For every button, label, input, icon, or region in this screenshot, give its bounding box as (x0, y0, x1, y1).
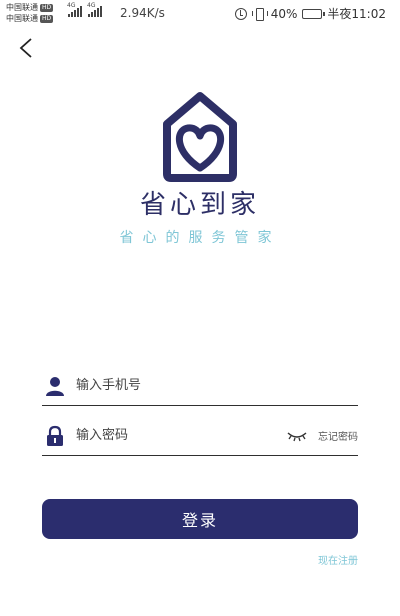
signal-indicators: 4G 4G (67, 2, 102, 17)
forgot-password-link[interactable]: 忘记密码 (318, 428, 358, 443)
chevron-left-icon (19, 38, 32, 58)
status-bar: 中国联通 HD 中国联通 HD 4G 4G 2.94K/s 40% 半夜11:0… (0, 0, 400, 26)
alarm-icon (234, 7, 247, 20)
battery-icon (302, 8, 326, 19)
hd-badge-2: HD (40, 14, 54, 23)
brand-slogan: 省心的服务管家 (119, 230, 281, 246)
register-link[interactable]: 现在注册 (318, 552, 358, 567)
clock: 半夜11:02 (327, 7, 386, 21)
signal-strength-icon: 4G (67, 2, 82, 17)
eye-closed-icon[interactable] (286, 429, 308, 443)
password-field: 忘记密码 (42, 416, 358, 456)
phone-input[interactable] (76, 370, 358, 401)
lock-icon (47, 425, 63, 446)
battery-percent: 40% (270, 6, 298, 21)
house-heart-logo (163, 92, 237, 182)
carrier-2-label: 中国联通 (6, 14, 38, 23)
hd-badge: HD (40, 3, 54, 12)
carrier-info: 中国联通 HD 中国联通 HD (6, 2, 54, 24)
back-button[interactable] (14, 36, 38, 60)
phone-field (42, 366, 358, 406)
vibrate-icon (251, 7, 268, 21)
network-speed: 2.94K/s (120, 6, 165, 20)
login-button[interactable]: 登录 (42, 499, 358, 539)
password-input[interactable] (76, 420, 286, 451)
carrier-1-label: 中国联通 (6, 3, 38, 12)
brand-name: 省心到家 (139, 190, 260, 220)
user-icon (46, 376, 64, 396)
signal-strength-icon-2: 4G (87, 2, 102, 17)
